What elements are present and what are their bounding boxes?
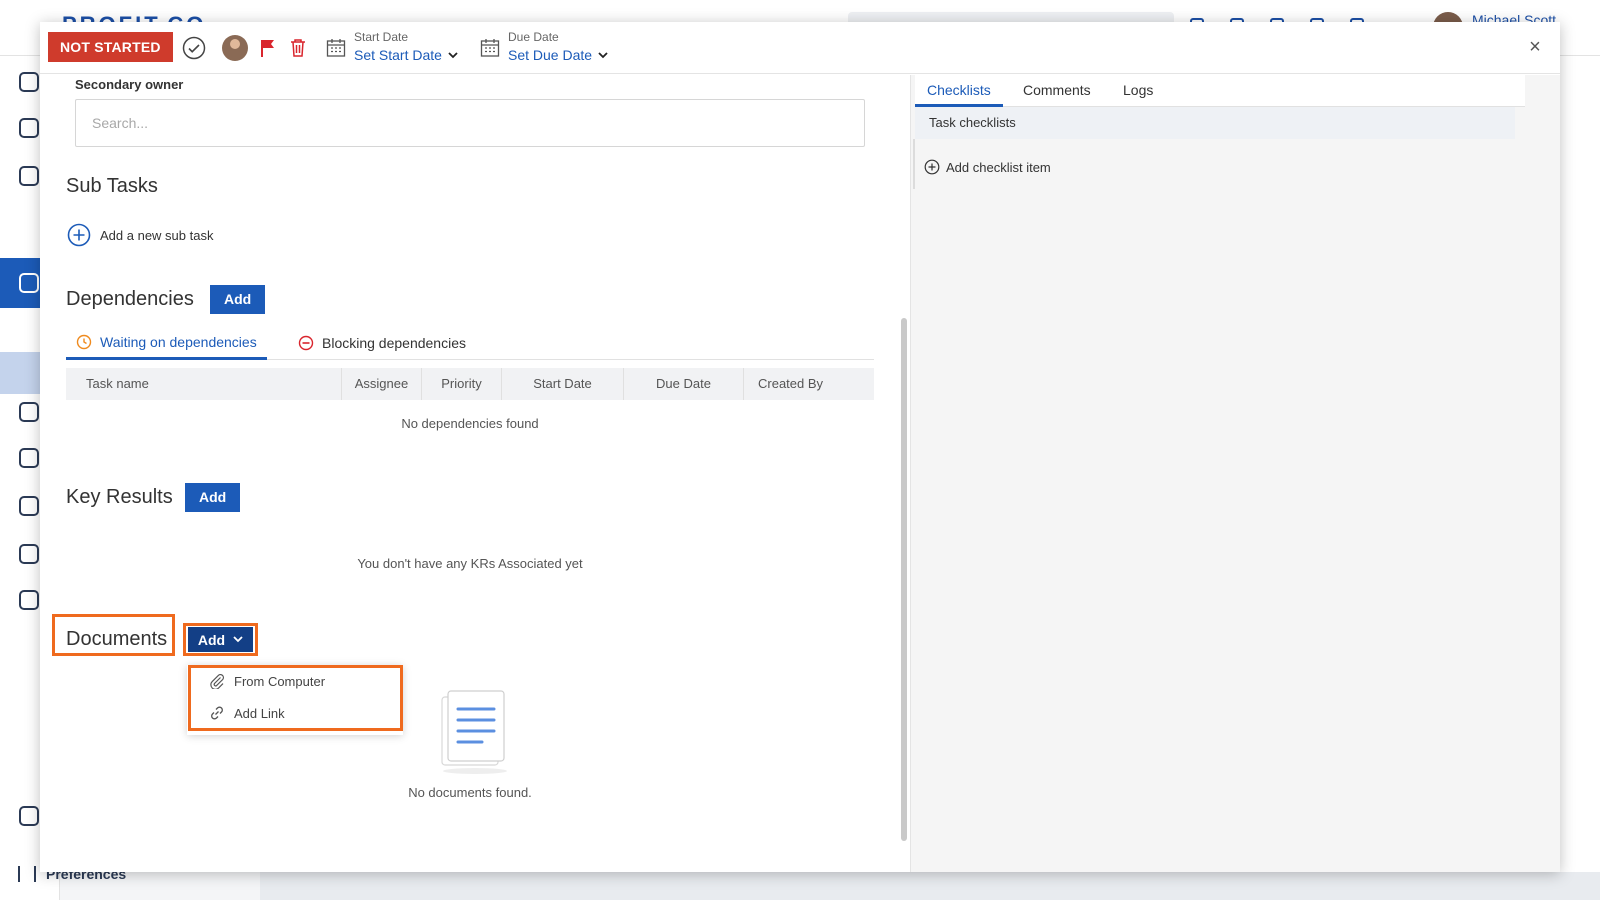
- tab-logs[interactable]: Logs: [1123, 75, 1153, 107]
- add-document-label: Add: [197, 631, 226, 648]
- target-icon[interactable]: [19, 166, 39, 186]
- add-circle-icon: [67, 223, 91, 247]
- tab-waiting-label: Waiting on dependencies: [100, 333, 257, 350]
- tab-blocking-dependencies[interactable]: Blocking dependencies: [298, 326, 466, 360]
- add-document-button[interactable]: Add: [188, 627, 253, 652]
- close-icon[interactable]: ×: [1524, 36, 1546, 58]
- complete-check-icon[interactable]: [182, 36, 206, 60]
- modal-header: NOT STARTED Start Date Set Start Date Du…: [40, 22, 1560, 74]
- column-assignee[interactable]: Assignee: [342, 368, 422, 400]
- calendar-icon: [480, 39, 500, 57]
- chevron-down-icon[interactable]: [598, 51, 608, 59]
- status-badge[interactable]: NOT STARTED: [48, 32, 173, 62]
- column-due-date[interactable]: Due Date: [624, 368, 744, 400]
- left-pane-scrollbar[interactable]: [901, 318, 907, 841]
- document-empty-illustration: [441, 690, 507, 774]
- checklist-divider: [913, 139, 915, 189]
- secondary-owner-label: Secondary owner: [75, 77, 184, 92]
- tab-blocking-label: Blocking dependencies: [322, 335, 466, 351]
- home-icon[interactable]: [19, 72, 39, 92]
- column-start-date[interactable]: Start Date: [502, 368, 624, 400]
- dependency-tabs: Waiting on dependencies Blocking depende…: [66, 326, 874, 360]
- add-checklist-item-label: Add checklist item: [946, 159, 1051, 175]
- right-panel-tabs: Checklists Comments Logs: [915, 75, 1525, 107]
- task-detail-modal: NOT STARTED Start Date Set Start Date Du…: [40, 22, 1560, 872]
- tab-waiting-on-dependencies[interactable]: Waiting on dependencies: [66, 326, 267, 360]
- trash-icon[interactable]: [286, 36, 310, 60]
- document-menu-highlight: [188, 665, 403, 731]
- add-sub-task-button[interactable]: Add a new sub task: [67, 223, 213, 247]
- due-date-value[interactable]: Set Due Date: [508, 44, 592, 66]
- due-date-label: Due Date: [508, 30, 559, 44]
- no-dependencies-message: No dependencies found: [401, 416, 539, 431]
- add-key-result-button[interactable]: Add: [185, 483, 241, 512]
- calendar-check-icon: [19, 273, 39, 293]
- settings-icon[interactable]: [19, 806, 39, 826]
- chart-icon[interactable]: [19, 448, 39, 468]
- background-right-strip: [1560, 56, 1600, 900]
- column-task-name[interactable]: Task name: [66, 368, 342, 400]
- tab-checklists[interactable]: Checklists: [915, 75, 1003, 107]
- documents-title: Documents: [66, 628, 168, 650]
- calendar-icon: [326, 39, 346, 57]
- background-bottom-strip: [260, 872, 1600, 900]
- tab-comments[interactable]: Comments: [1023, 75, 1091, 107]
- no-key-results-message: You don't have any KRs Associated yet: [357, 556, 583, 571]
- add-sub-task-label: Add a new sub task: [100, 227, 214, 243]
- blocked-icon: [298, 335, 314, 351]
- list-icon[interactable]: [19, 544, 39, 564]
- report-icon[interactable]: [19, 590, 39, 610]
- task-detail-right-pane: Checklists Comments Logs Task checklists…: [911, 75, 1560, 872]
- calendar-icon[interactable]: [19, 402, 39, 422]
- chevron-down-icon[interactable]: [448, 51, 458, 59]
- no-documents-message: No documents found.: [408, 785, 532, 800]
- sub-tasks-title: Sub Tasks: [66, 175, 158, 197]
- secondary-owner-search-input[interactable]: [75, 99, 865, 147]
- feedback-icon[interactable]: [19, 496, 39, 516]
- add-checklist-item-button[interactable]: Add checklist item: [924, 159, 1051, 175]
- column-created-by[interactable]: Created By: [744, 368, 874, 400]
- start-date-value[interactable]: Set Start Date: [354, 44, 442, 66]
- add-circle-icon: [924, 159, 940, 175]
- task-detail-left-pane: Secondary owner Sub Tasks Add a new sub …: [40, 75, 910, 872]
- task-checklists-header: Task checklists: [915, 107, 1515, 139]
- key-results-title: Key Results: [66, 486, 173, 508]
- chevron-down-icon: [233, 636, 243, 643]
- due-date-picker[interactable]: Due Date Set Due Date: [480, 30, 608, 66]
- sliders-icon: [18, 866, 36, 882]
- flag-icon[interactable]: [256, 36, 280, 60]
- start-date-label: Start Date: [354, 30, 409, 44]
- dependency-table-header: Task name Assignee Priority Start Date D…: [66, 368, 874, 400]
- dependencies-title: Dependencies: [66, 288, 194, 310]
- add-dependency-button[interactable]: Add: [210, 285, 266, 314]
- dashboard-icon[interactable]: [19, 118, 39, 138]
- clock-icon: [76, 334, 92, 349]
- column-priority[interactable]: Priority: [422, 368, 502, 400]
- start-date-picker[interactable]: Start Date Set Start Date: [326, 30, 458, 66]
- assignee-avatar[interactable]: [222, 35, 248, 61]
